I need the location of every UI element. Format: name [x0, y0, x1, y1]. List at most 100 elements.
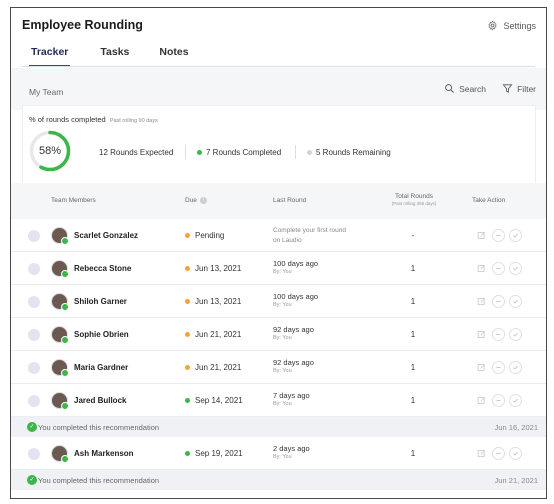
last-round: 7 days ago By: You — [273, 391, 373, 409]
last-round: 92 days ago By: You — [273, 325, 373, 343]
completed-recommendation-banner: ✓ You completed this recommendation Jun 16… — [11, 417, 546, 437]
user-icon — [28, 230, 40, 242]
status-dot — [185, 332, 190, 337]
filter-label: Filter — [517, 83, 536, 94]
last-round: 100 days ago By: You — [273, 292, 373, 310]
member-name[interactable]: Sophie Obrien — [74, 330, 129, 339]
tab-notes[interactable]: Notes — [159, 46, 188, 67]
last-round-sub: By: You — [273, 269, 292, 275]
edit-button[interactable] — [475, 262, 488, 275]
edit-button[interactable] — [475, 229, 488, 242]
filter-icon — [502, 84, 513, 93]
check-icon — [513, 332, 518, 337]
skip-button[interactable] — [492, 229, 505, 242]
col-team-members: Team Members — [51, 197, 96, 204]
search-icon — [445, 84, 455, 93]
action-group — [475, 295, 522, 308]
action-group — [475, 361, 522, 374]
last-round: Complete your first round on Laudio — [273, 226, 373, 246]
complete-button[interactable] — [509, 262, 522, 275]
member-name[interactable]: Scarlet Gonzalez — [74, 231, 138, 240]
table-row[interactable]: Scarlet Gonzalez Pending Complete your fir… — [11, 219, 546, 252]
complete-button[interactable] — [509, 394, 522, 407]
avatar — [51, 293, 69, 311]
completion-percent: 58% — [38, 145, 62, 157]
avatar — [51, 445, 69, 463]
user-icon — [28, 296, 40, 308]
member-name[interactable]: Jared Bullock — [74, 396, 126, 405]
total-rounds: 1 — [410, 363, 416, 372]
member-name[interactable]: Rebecca Stone — [74, 264, 131, 273]
table-row[interactable]: Ash Markenson Sep 19, 2021 2 days ago By: Y… — [11, 437, 546, 470]
last-round-main: 92 days ago — [273, 325, 314, 334]
skip-button[interactable] — [492, 394, 505, 407]
complete-button[interactable] — [509, 328, 522, 341]
action-group — [475, 328, 522, 341]
table-row[interactable]: Rebecca Stone Jun 13, 2021 100 days ago By:… — [11, 252, 546, 285]
status-dot — [185, 451, 190, 456]
banner-text: You completed this recommendation — [38, 476, 160, 485]
edit-icon — [477, 298, 485, 305]
skip-button[interactable] — [492, 295, 505, 308]
settings-label: Settings — [503, 20, 536, 31]
skip-button[interactable] — [492, 361, 505, 374]
rounds-expected: 12 Rounds Expected — [99, 148, 173, 157]
skip-button[interactable] — [492, 328, 505, 341]
avatar — [51, 359, 69, 377]
last-round-main: 92 days ago — [273, 358, 314, 367]
due-date: Jun 21, 2021 — [185, 330, 241, 339]
due-text: Sep 19, 2021 — [195, 449, 243, 458]
tab-bar: Tracker Tasks Notes — [29, 46, 189, 67]
total-rounds: 1 — [410, 297, 416, 306]
last-round-sub: By: You — [273, 454, 292, 460]
member-name[interactable]: Maria Gardner — [74, 363, 128, 372]
status-dot — [185, 365, 190, 370]
tab-tracker[interactable]: Tracker — [29, 46, 71, 67]
col-due: Due i — [185, 197, 207, 204]
gear-icon — [488, 20, 498, 31]
edit-button[interactable] — [475, 295, 488, 308]
edit-button[interactable] — [475, 447, 488, 460]
edit-button[interactable] — [475, 328, 488, 341]
edit-icon — [477, 450, 485, 457]
rounds-summary-card: % of rounds completed Past rolling 90 da… — [22, 105, 536, 185]
table-row[interactable]: Maria Gardner Jun 21, 2021 92 days ago By: … — [11, 351, 546, 384]
edit-button[interactable] — [475, 361, 488, 374]
filter-button[interactable]: Filter — [502, 83, 536, 94]
check-icon — [513, 233, 518, 238]
edit-icon — [477, 232, 485, 239]
table-row[interactable]: Shiloh Garner Jun 13, 2021 100 days ago By:… — [11, 285, 546, 318]
complete-button[interactable] — [509, 295, 522, 308]
team-bar: My Team Search Filter — [11, 68, 546, 110]
skip-button[interactable] — [492, 447, 505, 460]
search-button[interactable]: Search — [444, 83, 486, 94]
avatar — [51, 260, 69, 278]
table-header: Team Members Due i Last Round Total Roun… — [11, 183, 546, 219]
complete-button[interactable] — [509, 229, 522, 242]
check-icon — [513, 299, 518, 304]
settings-button[interactable]: Settings — [487, 20, 536, 31]
due-date: Sep 14, 2021 — [185, 396, 243, 405]
banner-date: Jun 21, 2021 — [494, 476, 538, 485]
due-text: Jun 21, 2021 — [195, 330, 242, 339]
table-row[interactable]: Jared Bullock Sep 14, 2021 7 days ago By: Y… — [11, 384, 546, 417]
complete-button[interactable] — [509, 447, 522, 460]
table-row[interactable]: Sophie Obrien Jun 21, 2021 92 days ago By: … — [11, 318, 546, 351]
last-round: 2 days ago By: You — [273, 444, 373, 462]
tab-tasks[interactable]: Tasks — [100, 46, 129, 67]
completed-dot — [197, 150, 202, 155]
complete-button[interactable] — [509, 361, 522, 374]
skip-button[interactable] — [492, 262, 505, 275]
user-icon — [28, 329, 40, 341]
col-total-rounds: Total Rounds (Past rolling 365 days) — [379, 193, 449, 206]
edit-button[interactable] — [475, 394, 488, 407]
edit-icon — [477, 265, 485, 272]
member-name[interactable]: Ash Markenson — [74, 449, 134, 458]
due-date: Jun 13, 2021 — [185, 264, 241, 273]
info-icon[interactable]: i — [199, 197, 207, 204]
user-icon — [28, 395, 40, 407]
member-name[interactable]: Shiloh Garner — [74, 297, 127, 306]
minus-icon — [496, 367, 501, 368]
total-rounds: 1 — [410, 330, 416, 339]
search-label: Search — [459, 83, 486, 94]
